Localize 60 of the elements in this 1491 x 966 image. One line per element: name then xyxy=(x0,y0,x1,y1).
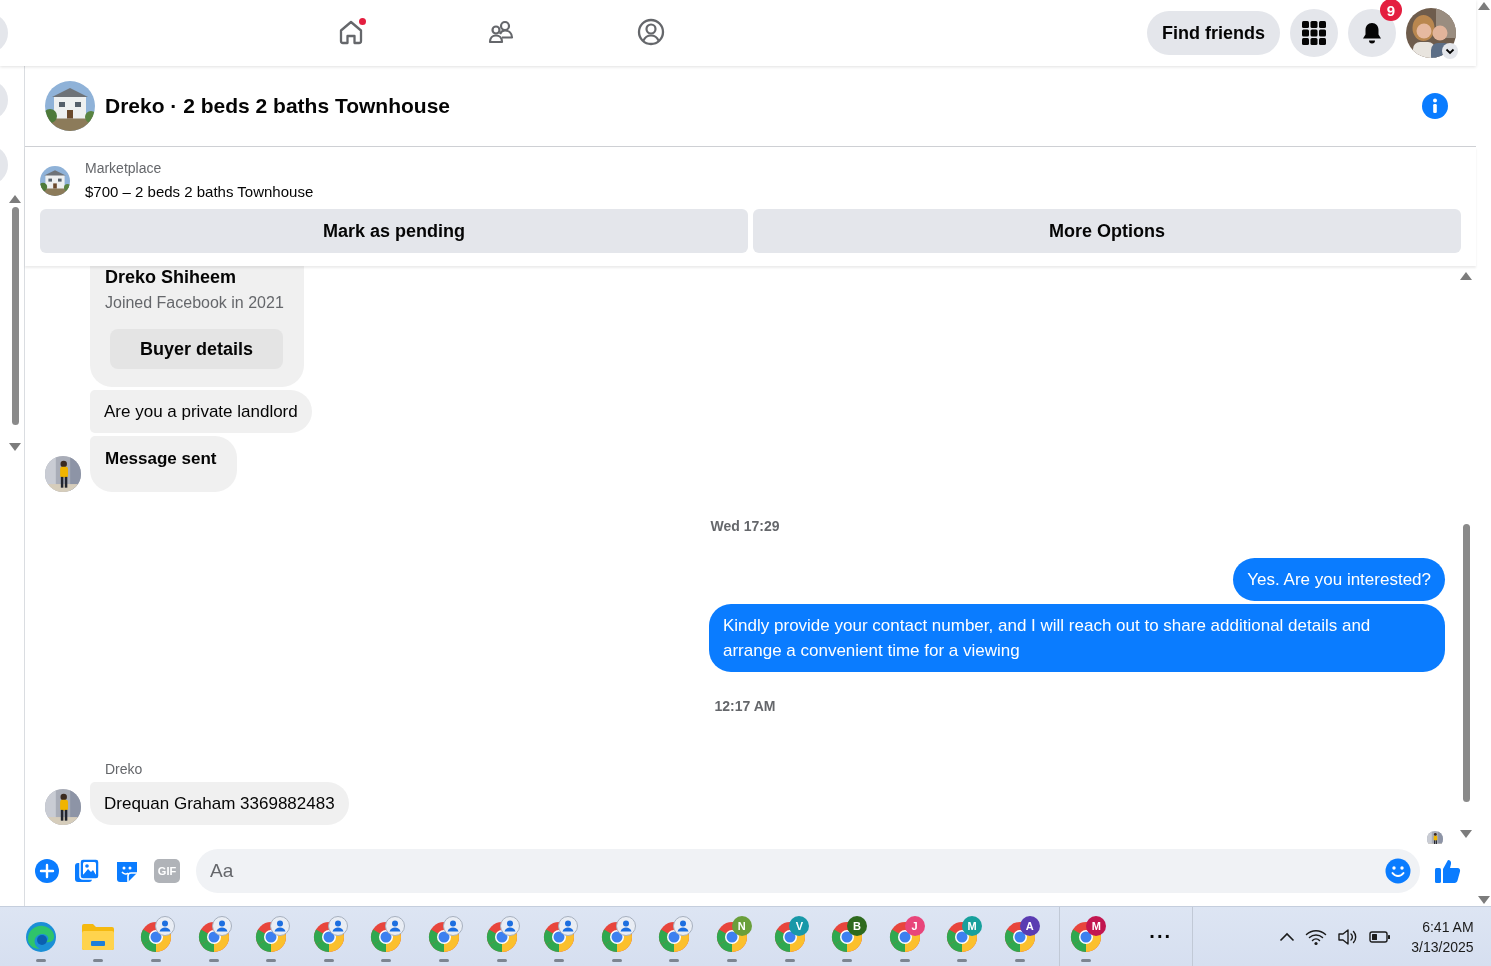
info-icon[interactable] xyxy=(1422,93,1448,119)
listing-title[interactable]: $700 – 2 beds 2 baths Townhouse xyxy=(85,181,314,203)
scrollbar[interactable] xyxy=(1476,0,1491,906)
profile-badge-icon xyxy=(212,915,233,936)
account-button[interactable] xyxy=(1406,8,1456,58)
taskbar-app[interactable]: M xyxy=(1057,908,1116,965)
profile-badge-icon xyxy=(269,915,290,936)
wifi-icon[interactable] xyxy=(1305,927,1328,946)
menu-button[interactable] xyxy=(1290,9,1338,57)
profile-badge-icon xyxy=(327,915,348,936)
more-button[interactable]: ··· xyxy=(1143,925,1179,948)
profile-badge: V xyxy=(789,915,810,936)
profile-badge: M xyxy=(962,915,983,936)
battery-icon[interactable] xyxy=(1369,929,1392,944)
profile-badge: N xyxy=(731,915,752,936)
chevron-up-icon[interactable] xyxy=(1279,931,1296,942)
taskbar-app[interactable]: A xyxy=(991,908,1049,965)
thumbs-up-icon[interactable] xyxy=(1434,857,1462,885)
profile-badge-icon xyxy=(500,915,521,936)
message-bubble: Message sent xyxy=(90,436,237,492)
action-button[interactable]: More Options xyxy=(753,209,1461,253)
profile-badge-icon xyxy=(615,915,636,936)
profile-badge-icon xyxy=(442,915,463,936)
profile-badge: A xyxy=(1019,915,1040,936)
message-bubble: Kindly provide your contact number, and I will reach out to share additional details and arrange a convenient time for a viewing xyxy=(709,604,1445,672)
profile-badge: J xyxy=(904,915,925,936)
taskbar-app[interactable]: B xyxy=(818,908,876,965)
message-bubble: Drequan Graham 3369882483 xyxy=(90,782,349,825)
conversation-title: Dreko · 2 beds 2 baths Townhouse xyxy=(105,94,451,118)
profile-badge: M xyxy=(1086,915,1107,936)
message-bubble: Yes. Are you interested? xyxy=(1233,558,1445,601)
find-friends-button[interactable]: Find friends xyxy=(1147,11,1280,55)
grid-icon xyxy=(1302,21,1326,45)
clock-time[interactable]: 6:41 AM xyxy=(1411,916,1474,937)
timestamp: 12:17 AM xyxy=(713,698,777,714)
profile-badge-icon xyxy=(385,915,406,936)
browser-icon xyxy=(24,920,57,953)
notification-badge: 9 xyxy=(1380,0,1402,21)
folder-icon xyxy=(81,921,116,952)
buyer-details-button[interactable]: Buyer details xyxy=(110,329,284,369)
emoji-icon[interactable] xyxy=(1385,858,1411,884)
profile-badge-icon xyxy=(154,915,175,936)
action-button[interactable]: Mark as pending xyxy=(40,209,748,253)
profile-badge-icon xyxy=(673,915,694,936)
chevron-down-icon xyxy=(1442,43,1458,59)
sender-name: Dreko xyxy=(105,761,144,777)
buyer-name: Dreko Shiheem xyxy=(105,266,237,288)
listing-label: Marketplace xyxy=(85,159,163,178)
profile-badge: B xyxy=(846,915,867,936)
buyer-subtitle: Joined Facebook in 2021 xyxy=(105,293,284,313)
bell-icon xyxy=(1360,21,1384,45)
taskbar-app[interactable]: J xyxy=(875,908,934,965)
message-input[interactable]: Aa xyxy=(196,849,1420,893)
add-icon[interactable] xyxy=(34,858,60,884)
profile-badge-icon xyxy=(557,915,578,936)
clock-date[interactable]: 3/13/2025 xyxy=(1411,936,1474,957)
photo-icon[interactable] xyxy=(74,858,100,884)
timestamp: Wed 17:29 xyxy=(709,518,781,534)
profile-icon xyxy=(637,18,667,48)
message-bubble: Are you a private landlord xyxy=(90,390,312,433)
